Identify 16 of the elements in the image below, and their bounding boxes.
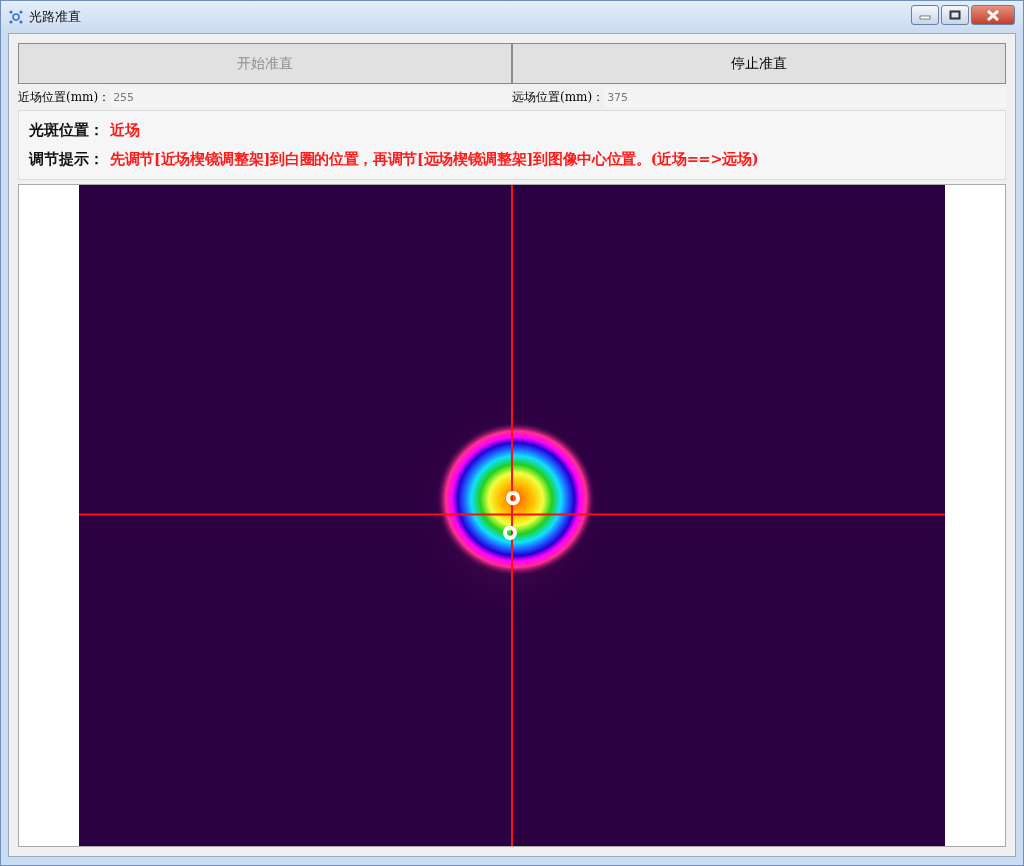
info-label: 调节提示： xyxy=(29,150,104,169)
window-title: 光路准直 xyxy=(29,8,81,26)
position-field[interactable]: 255 xyxy=(110,87,512,107)
hint-text: 先调节[近场楔镜调整架]到白圈的位置，再调节[远场楔镜调整架]到图像中心位置。(近场==>远场) xyxy=(110,150,759,169)
field-label: 近场位置(mm)： xyxy=(18,88,111,106)
minimize-button[interactable] xyxy=(911,5,939,25)
info-label: 光斑位置： xyxy=(29,121,104,140)
field-label: 远场位置(mm)： xyxy=(512,88,605,106)
close-icon xyxy=(986,9,1000,21)
close-button[interactable] xyxy=(971,5,1015,25)
stop-button[interactable]: 停止准直 xyxy=(512,43,1006,84)
maximize-icon xyxy=(949,10,961,20)
position-field[interactable]: 375 xyxy=(604,87,1006,107)
app-icon xyxy=(9,10,23,24)
spot-position-text: 近场 xyxy=(110,121,140,140)
maximize-button[interactable] xyxy=(941,5,969,25)
